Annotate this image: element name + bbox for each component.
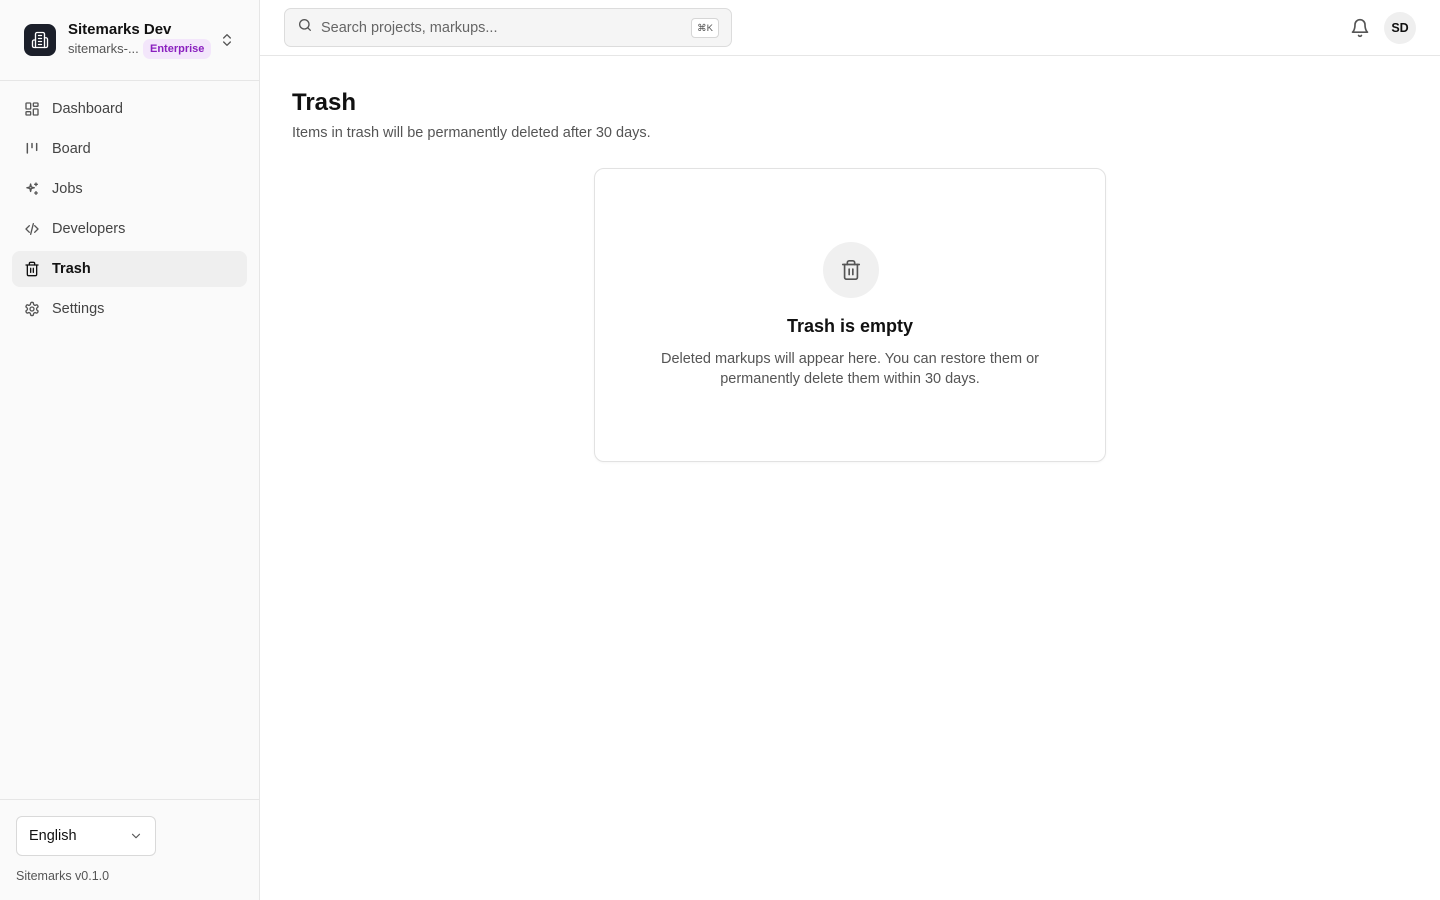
search-bar[interactable]: ⌘K [284, 8, 732, 47]
sparkles-icon [24, 181, 40, 197]
board-icon [24, 141, 40, 157]
language-value: English [29, 828, 77, 844]
sidebar-item-developers[interactable]: Developers [12, 211, 247, 247]
empty-state-title: Trash is empty [786, 316, 914, 336]
sidebar-item-label: Settings [52, 301, 105, 317]
dashboard-icon [24, 101, 40, 117]
avatar[interactable]: SD [1384, 12, 1416, 44]
trash-icon [823, 242, 879, 298]
sidebar-item-label: Developers [52, 221, 126, 237]
workspace-switcher[interactable]: Sitemarks Dev sitemarks-... Enterprise [0, 0, 259, 81]
code-icon [24, 221, 40, 237]
empty-state-description: Deleted markups will appear here. You ca… [660, 351, 1039, 387]
building-icon [24, 24, 56, 56]
sidebar-footer: English Sitemarks v0.1.0 [0, 799, 259, 900]
sidebar-nav: Dashboard Board Jobs Developers Trash Se… [12, 91, 247, 331]
app-version: Sitemarks v0.1.0 [16, 869, 110, 883]
workspace-slug: sitemarks-... [68, 41, 139, 56]
bell-icon[interactable] [1350, 18, 1370, 38]
shortcut-hint: ⌘K [691, 18, 719, 38]
sidebar-item-dashboard[interactable]: Dashboard [12, 91, 247, 127]
search-input[interactable] [321, 19, 681, 36]
page-title: Trash [292, 89, 357, 116]
plan-badge: Enterprise [143, 39, 212, 59]
sidebar-item-board[interactable]: Board [12, 131, 247, 167]
gear-icon [24, 301, 40, 317]
chevron-down-icon [129, 829, 143, 847]
empty-state-card: Trash is empty Deleted markups will appe… [594, 168, 1106, 462]
search-icon [297, 17, 313, 38]
sidebar: Sitemarks Dev sitemarks-... Enterprise D… [0, 0, 260, 900]
sidebar-item-label: Trash [52, 261, 91, 277]
language-select[interactable]: English [16, 816, 156, 856]
sidebar-item-label: Board [52, 141, 91, 157]
sidebar-item-jobs[interactable]: Jobs [12, 171, 247, 207]
sidebar-item-trash[interactable]: Trash [12, 251, 247, 287]
sidebar-item-label: Jobs [52, 181, 83, 197]
sidebar-item-label: Dashboard [52, 101, 123, 117]
trash-icon [24, 261, 40, 277]
page-subtitle: Items in trash will be permanently delet… [292, 125, 651, 141]
sidebar-item-settings[interactable]: Settings [12, 291, 247, 327]
workspace-name: Sitemarks Dev [68, 21, 172, 38]
top-bar: ⌘K SD [260, 0, 1440, 56]
chevrons-up-down-icon[interactable] [219, 31, 235, 49]
